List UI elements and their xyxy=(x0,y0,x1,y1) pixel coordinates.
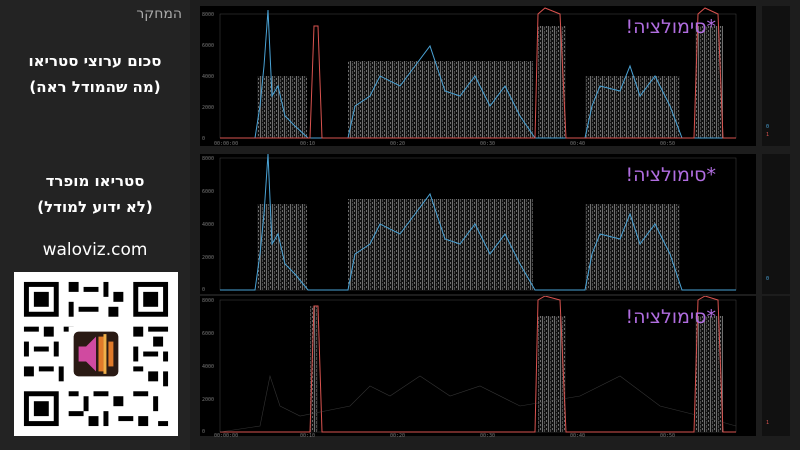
x-tick: 00:40 xyxy=(570,141,586,147)
y-tick: 4000 xyxy=(202,222,215,228)
x-tick: 00:30 xyxy=(480,141,496,147)
x-tick: 00:10 xyxy=(300,141,316,147)
legend-item: 0 xyxy=(766,124,770,130)
red-channel-panel[interactable]: *סימולציה! 8000 6000 4000 2000 0 00:00:0… xyxy=(200,296,756,439)
corner-label: המחקר xyxy=(136,6,182,22)
mix-title: סכום ערוצי סטריאו (מה שהמודל ראה) xyxy=(0,48,190,100)
x-tick: 00:50 xyxy=(660,141,676,147)
panel2-legend[interactable]: 0 xyxy=(762,154,790,294)
y-tick: 4000 xyxy=(202,364,215,370)
x-tick: 00:00:00 xyxy=(214,433,239,439)
simulation-label: *סימולציה! xyxy=(625,306,716,328)
blue-channel-panel[interactable]: *סימולציה! 8000 6000 4000 2000 0 xyxy=(200,154,756,294)
separated-title: סטריאו מופרד (לא ידוע למודל) xyxy=(0,168,190,220)
y-tick: 0 xyxy=(202,136,206,142)
y-tick: 6000 xyxy=(202,331,215,337)
x-tick: 00:00:00 xyxy=(214,141,239,147)
legend-item: 1 xyxy=(766,132,770,138)
mixed-spectrogram-panel[interactable]: *סימולציה! 8000 6000 4000 2000 0 00:00:0… xyxy=(200,6,756,147)
legend-item: 1 xyxy=(766,420,770,426)
y-tick: 2000 xyxy=(202,105,215,111)
y-tick: 6000 xyxy=(202,43,215,49)
y-tick: 4000 xyxy=(202,74,215,80)
mix-title-line1: סכום ערוצי סטריאו xyxy=(28,52,162,70)
y-tick: 0 xyxy=(202,287,206,293)
separated-title-line1: סטריאו מופרד xyxy=(45,172,145,190)
y-tick: 6000 xyxy=(202,189,215,195)
simulation-label: *סימולציה! xyxy=(625,164,716,186)
qr-code[interactable] xyxy=(14,272,178,436)
site-url[interactable]: waloviz.com xyxy=(0,240,190,260)
x-tick: 00:20 xyxy=(390,433,406,439)
simulation-label: *סימולציה! xyxy=(625,16,716,38)
left-sidebar: המחקר סכום ערוצי סטריאו (מה שהמודל ראה) … xyxy=(0,0,190,450)
y-tick: 0 xyxy=(202,429,206,435)
x-tick: 00:40 xyxy=(570,433,586,439)
qr-code-icon xyxy=(14,272,178,436)
panel1-legend[interactable]: 0 1 xyxy=(762,6,790,146)
panel3-legend[interactable]: 1 xyxy=(762,296,790,436)
y-tick: 8000 xyxy=(202,298,215,304)
x-tick: 00:50 xyxy=(660,433,676,439)
x-tick: 00:20 xyxy=(390,141,406,147)
legend-item: 0 xyxy=(766,276,770,282)
y-tick: 2000 xyxy=(202,255,215,261)
y-tick: 8000 xyxy=(202,12,215,18)
x-tick: 00:10 xyxy=(300,433,316,439)
y-tick: 2000 xyxy=(202,397,215,403)
y-tick: 8000 xyxy=(202,156,215,162)
separated-title-line2: (לא ידוע למודל) xyxy=(37,198,153,216)
spectrogram-area: *סימולציה! 8000 6000 4000 2000 0 00:00:0… xyxy=(190,0,800,450)
x-tick: 00:30 xyxy=(480,433,496,439)
mix-title-line2: (מה שהמודל ראה) xyxy=(29,78,161,96)
